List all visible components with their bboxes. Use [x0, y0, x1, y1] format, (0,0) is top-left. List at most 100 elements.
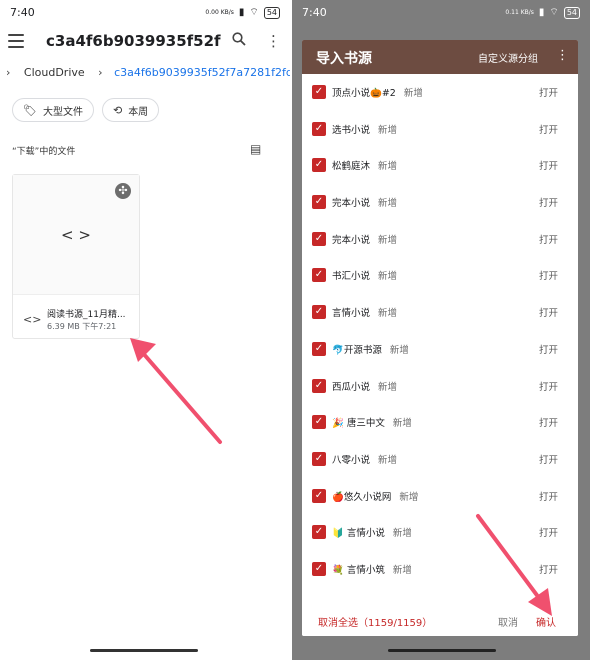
new-tag: 新增 — [378, 381, 398, 393]
checkbox-checked-icon[interactable]: ✓ — [312, 451, 326, 466]
network-speed: 0.11 KB/s — [505, 9, 534, 16]
new-tag: 新增 — [378, 308, 398, 320]
open-button[interactable]: 打开 — [539, 122, 558, 136]
chip-large-files[interactable]: 🏷 大型文件 — [12, 98, 94, 122]
list-item[interactable]: ✓ 言情小说 新增 打开 — [302, 294, 578, 331]
checkbox-checked-icon[interactable]: ✓ — [312, 231, 326, 246]
breadcrumb-item-current[interactable]: c3a4f6b9039935f52f7a7281f2fdb412 — [114, 66, 290, 79]
checkbox-checked-icon[interactable]: ✓ — [312, 195, 326, 210]
breadcrumb-item-clouddrive[interactable]: CloudDrive — [24, 66, 85, 79]
list-item[interactable]: ✓ 松鹤庭沐 新增 打开 — [302, 147, 578, 184]
checkbox-checked-icon[interactable]: ✓ — [312, 121, 326, 136]
battery-icon: 54 — [263, 6, 280, 19]
list-view-icon[interactable]: ▤ — [250, 142, 261, 156]
more-vert-icon[interactable]: ⋮ — [556, 48, 569, 63]
source-name: 顶点小说🎃#2 新增 — [332, 85, 423, 99]
list-item[interactable]: ✓ 🐬开源书源 新增 打开 — [302, 331, 578, 368]
source-name: 书汇小说 新增 — [332, 268, 397, 282]
open-button[interactable]: 打开 — [539, 342, 558, 356]
source-name: 🔰 言情小说 新增 — [332, 525, 412, 539]
checkbox-checked-icon[interactable]: ✓ — [312, 268, 326, 283]
offline-icon[interactable]: ✣ — [115, 183, 131, 199]
source-title: 🎉 唐三中文 — [332, 418, 385, 430]
list-item[interactable]: ✓ 完本小说 新增 打开 — [302, 184, 578, 221]
new-tag: 新增 — [378, 161, 398, 173]
source-title: 西瓜小说 — [332, 381, 371, 393]
open-button[interactable]: 打开 — [539, 195, 558, 209]
tag-icon: 🏷 — [23, 103, 37, 117]
file-name: 阅读书源_11月精... — [47, 310, 126, 320]
gesture-bar[interactable] — [388, 649, 496, 652]
checkbox-checked-icon[interactable]: ✓ — [312, 378, 326, 393]
legado-import-screen: 7:40 0.11 KB/s ▮ ⌔ 54 导入书源 自定义源分组 ⋮ ✓ 顶点小… — [292, 0, 590, 660]
top-app-bar: c3a4f6b9039935f52f7... ⋮ — [0, 28, 290, 58]
open-button[interactable]: 打开 — [539, 158, 558, 172]
checkbox-checked-icon[interactable]: ✓ — [312, 525, 326, 540]
source-title: 言情小说 — [332, 308, 371, 320]
new-tag: 新增 — [403, 88, 423, 99]
source-name: 八零小说 新增 — [332, 452, 397, 466]
source-title: 选书小说 — [332, 124, 371, 136]
open-button[interactable]: 打开 — [539, 452, 558, 466]
open-button[interactable]: 打开 — [539, 415, 558, 429]
source-name: 选书小说 新增 — [332, 122, 397, 136]
source-title: 完本小说 — [332, 198, 371, 210]
list-item[interactable]: ✓ 🍎悠久小说网 新增 打开 — [302, 478, 578, 515]
annotation-arrow-icon — [130, 338, 222, 444]
status-time: 7:40 — [10, 6, 35, 19]
signal-icon: ▮ — [238, 7, 245, 18]
new-tag: 新增 — [392, 564, 412, 576]
file-card[interactable]: < > ✣ <> 阅读书源_11月精... 6.39 MB 下午7:21 — [12, 174, 140, 339]
open-button[interactable]: 打开 — [539, 85, 558, 99]
checkbox-checked-icon[interactable]: ✓ — [312, 305, 326, 320]
list-item[interactable]: ✓ 🎉 唐三中文 新增 打开 — [302, 404, 578, 441]
source-name: 💐 言情小筑 新增 — [332, 562, 412, 576]
open-button[interactable]: 打开 — [539, 305, 558, 319]
list-item[interactable]: ✓ 八零小说 新增 打开 — [302, 441, 578, 478]
checkbox-checked-icon[interactable]: ✓ — [312, 415, 326, 430]
checkbox-checked-icon[interactable]: ✓ — [312, 341, 326, 356]
checkbox-checked-icon[interactable]: ✓ — [312, 158, 326, 173]
checkbox-checked-icon[interactable]: ✓ — [312, 561, 326, 576]
list-item[interactable]: ✓ 完本小说 新增 打开 — [302, 221, 578, 258]
source-name: 言情小说 新增 — [332, 305, 397, 319]
dialog-title: 导入书源 — [316, 51, 372, 67]
list-item[interactable]: ✓ 顶点小说🎃#2 新增 打开 — [302, 74, 578, 111]
new-tag: 新增 — [378, 271, 398, 283]
new-tag: 新增 — [378, 124, 398, 136]
source-title: 💐 言情小筑 — [332, 564, 385, 576]
chip-this-week[interactable]: ⟲ 本周 — [101, 98, 160, 122]
source-title: 🐬开源书源 — [332, 344, 382, 356]
more-vert-icon[interactable]: ⋮ — [266, 32, 281, 50]
menu-icon[interactable] — [8, 34, 24, 48]
status-bar: 7:40 0.11 KB/s ▮ ⌔ 54 — [292, 0, 590, 26]
open-button[interactable]: 打开 — [539, 268, 558, 282]
source-name: 完本小说 新增 — [332, 232, 397, 246]
source-name: 松鹤庭沐 新增 — [332, 158, 397, 172]
wifi-icon: ⌔ — [549, 7, 559, 18]
section-label: “下载”中的文件 — [12, 147, 76, 157]
filter-chips: 🏷 大型文件 ⟲ 本周 — [12, 98, 160, 122]
search-icon[interactable] — [232, 32, 246, 50]
list-item[interactable]: ✓ 选书小说 新增 打开 — [302, 111, 578, 148]
source-title: 🍎悠久小说网 — [332, 491, 392, 503]
code-file-icon: <> — [23, 313, 42, 326]
deselect-all-button[interactable]: 取消全选（1159/1159） — [318, 614, 432, 629]
open-button[interactable]: 打开 — [539, 489, 558, 503]
new-tag: 新增 — [389, 344, 409, 356]
checkbox-checked-icon[interactable]: ✓ — [312, 488, 326, 503]
checkbox-checked-icon[interactable]: ✓ — [312, 85, 326, 99]
open-button[interactable]: 打开 — [539, 379, 558, 393]
custom-group-button[interactable]: 自定义源分组 — [478, 50, 538, 65]
source-name: 🎉 唐三中文 新增 — [332, 415, 412, 429]
gesture-bar[interactable] — [90, 649, 198, 652]
battery-icon: 54 — [563, 6, 580, 19]
network-speed: 0.00 KB/s — [205, 9, 234, 16]
source-name: 🐬开源书源 新增 — [332, 342, 409, 356]
open-button[interactable]: 打开 — [539, 232, 558, 246]
list-item[interactable]: ✓ 书汇小说 新增 打开 — [302, 257, 578, 294]
chip-label: 本周 — [128, 106, 149, 118]
status-time: 7:40 — [302, 6, 327, 19]
list-item[interactable]: ✓ 西瓜小说 新增 打开 — [302, 368, 578, 405]
dialog-header: 导入书源 自定义源分组 ⋮ — [302, 40, 578, 74]
